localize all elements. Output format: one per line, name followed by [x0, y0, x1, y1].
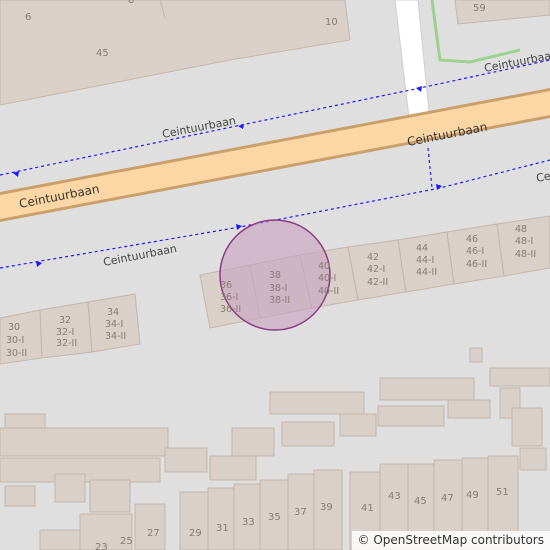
house-number: 46	[466, 234, 478, 245]
house-number: 36-I	[220, 292, 238, 303]
house-number: 38-I	[269, 283, 287, 294]
house-number: 46-II	[466, 259, 487, 270]
house-number: 6	[25, 12, 31, 23]
house-number: 51	[496, 487, 509, 498]
house-number: 40-I	[318, 273, 336, 284]
house-number: 45	[414, 496, 427, 507]
house-number: 32-I	[56, 327, 74, 338]
house-number: 32-II	[56, 338, 77, 349]
house-number: 45	[96, 48, 109, 59]
house-number: 47	[441, 493, 454, 504]
house-number: 44-II	[416, 267, 437, 278]
house-number: 48-II	[515, 249, 536, 260]
house-number: 41	[361, 503, 374, 514]
house-number: 10	[325, 17, 338, 28]
house-number: 48-I	[515, 236, 533, 247]
house-number: 30-II	[6, 348, 27, 359]
house-number: 40	[318, 261, 330, 272]
house-number: 31	[216, 523, 229, 534]
house-number: 36	[220, 280, 232, 291]
house-number: 37	[294, 507, 307, 518]
house-number: 23	[95, 542, 108, 550]
map-canvas[interactable]: Ceintuurbaan Ceintuurbaan Ceintuurbaan C…	[0, 0, 550, 550]
house-number: 46-I	[466, 246, 484, 257]
house-number: 59	[473, 3, 486, 14]
house-number: 48	[515, 224, 527, 235]
house-number: 40-II	[318, 286, 339, 297]
house-number: 42-II	[367, 277, 388, 288]
house-number: 42-I	[367, 264, 385, 275]
house-number: 38	[269, 270, 281, 281]
house-number: 8	[128, 0, 134, 6]
house-number: 36-II	[220, 304, 241, 315]
house-number: 33	[242, 517, 255, 528]
house-number: 39	[320, 502, 333, 513]
house-number: 32	[59, 315, 71, 326]
house-number: 29	[189, 528, 202, 539]
house-number: 25	[120, 536, 133, 547]
house-number: 30-I	[6, 335, 24, 346]
house-number: 34	[107, 307, 119, 318]
house-number: 30	[8, 322, 20, 333]
house-number: 44-I	[416, 255, 434, 266]
house-number: 27	[147, 528, 160, 539]
house-number: 35	[268, 512, 281, 523]
map-viewport[interactable]: Ceintuurbaan Ceintuurbaan Ceintuurbaan C…	[0, 0, 550, 550]
map-attribution[interactable]: © OpenStreetMap contributors	[351, 531, 550, 550]
house-number: 42	[367, 252, 379, 263]
house-number: 44	[416, 243, 428, 254]
house-number: 34-II	[105, 331, 126, 342]
house-number: 38-II	[269, 295, 290, 306]
house-number: 43	[388, 491, 401, 502]
house-number: 34-I	[105, 319, 123, 330]
house-number: 49	[466, 490, 479, 501]
